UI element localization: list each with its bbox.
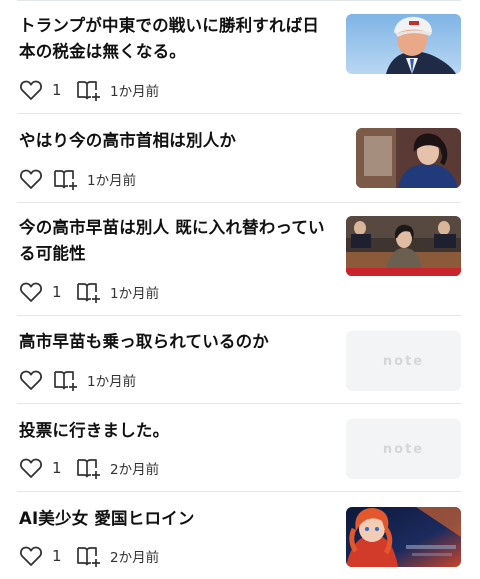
- article-title[interactable]: やはり今の高市首相は別人か: [19, 128, 329, 154]
- note-placeholder[interactable]: note: [346, 419, 461, 479]
- trump-photo[interactable]: [346, 14, 461, 74]
- takaichi-photo[interactable]: [356, 128, 461, 188]
- article-item[interactable]: 今の高市早苗は別人 既に入れ替わっている可能性 1 1か月前: [0, 203, 480, 315]
- post-date: 1か月前: [110, 84, 160, 100]
- like-count: 1: [52, 81, 62, 99]
- article-meta: 1 2か月前: [19, 544, 159, 568]
- anime-heroine-image[interactable]: [346, 507, 461, 567]
- post-date: 1か月前: [87, 173, 137, 189]
- diet-session-photo[interactable]: [346, 216, 461, 276]
- article-title[interactable]: トランプが中東での戦いに勝利すれば日本の税金は無くなる。: [19, 13, 329, 65]
- heart-icon[interactable]: [19, 545, 43, 567]
- post-date: 1か月前: [87, 374, 137, 390]
- article-item[interactable]: 投票に行きました。 1 2か月前 note: [0, 404, 480, 491]
- bookmark-add-icon[interactable]: [53, 369, 79, 391]
- like-count: 1: [52, 459, 62, 477]
- bookmark-add-icon[interactable]: [76, 281, 102, 303]
- article-title[interactable]: 今の高市早苗は別人 既に入れ替わっている可能性: [19, 215, 329, 267]
- bookmark-add-icon[interactable]: [76, 457, 102, 479]
- article-item[interactable]: 高市早苗も乗っ取られているのか 1か月前 note: [0, 316, 480, 403]
- article-meta: 1か月前: [19, 167, 136, 191]
- note-placeholder[interactable]: note: [346, 331, 461, 391]
- bookmark-add-icon[interactable]: [53, 168, 79, 190]
- heart-icon[interactable]: [19, 369, 43, 391]
- heart-icon[interactable]: [19, 168, 43, 190]
- article-meta: 1 2か月前: [19, 456, 159, 480]
- note-logo: note: [382, 441, 425, 457]
- note-logo: note: [382, 353, 425, 369]
- like-count: 1: [52, 283, 62, 301]
- bookmark-add-icon[interactable]: [76, 79, 102, 101]
- bookmark-add-icon[interactable]: [76, 545, 102, 567]
- heart-icon[interactable]: [19, 281, 43, 303]
- post-date: 2か月前: [110, 550, 160, 566]
- article-item[interactable]: やはり今の高市首相は別人か 1か月前: [0, 114, 480, 202]
- post-date: 2か月前: [110, 462, 160, 478]
- article-item[interactable]: AI美少女 愛国ヒロイン 1 2か月前: [0, 492, 480, 579]
- article-meta: 1か月前: [19, 368, 136, 392]
- article-meta: 1 1か月前: [19, 280, 159, 304]
- heart-icon[interactable]: [19, 79, 43, 101]
- article-meta: 1 1か月前: [19, 78, 159, 102]
- article-title[interactable]: 投票に行きました。: [19, 418, 329, 444]
- like-count: 1: [52, 547, 62, 565]
- article-title[interactable]: 高市早苗も乗っ取られているのか: [19, 329, 329, 355]
- article-title[interactable]: AI美少女 愛国ヒロイン: [19, 506, 329, 532]
- heart-icon[interactable]: [19, 457, 43, 479]
- article-item[interactable]: トランプが中東での戦いに勝利すれば日本の税金は無くなる。 1 1か月前: [0, 0, 480, 113]
- post-date: 1か月前: [110, 286, 160, 302]
